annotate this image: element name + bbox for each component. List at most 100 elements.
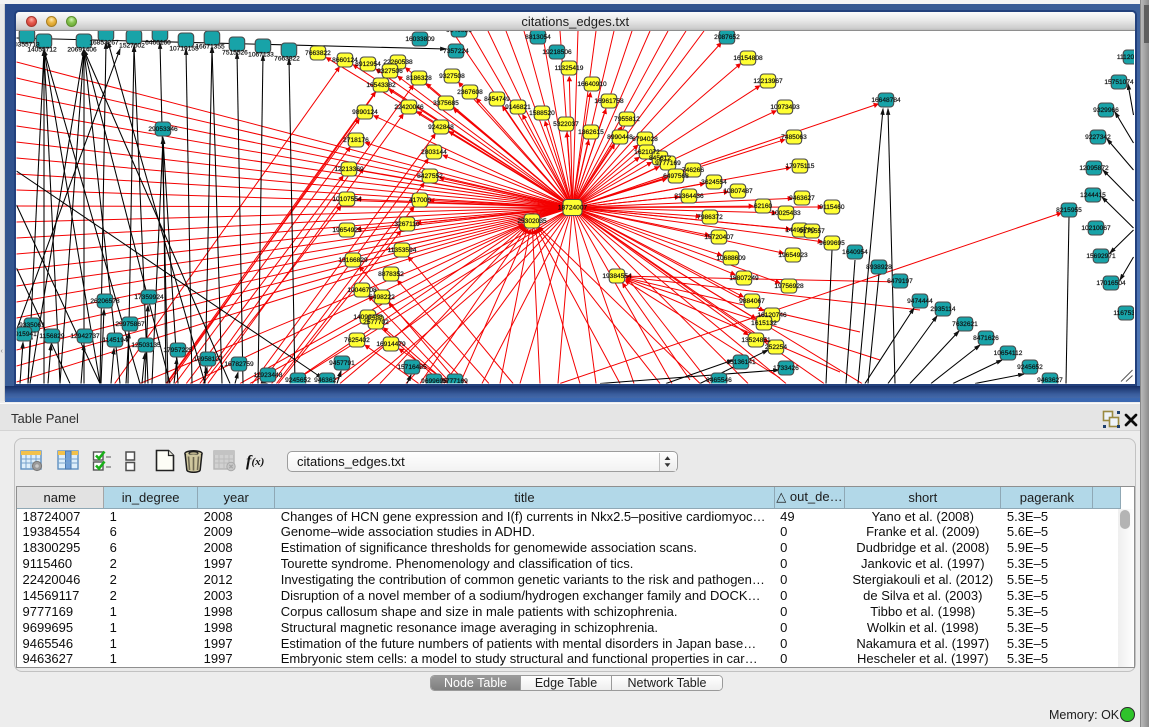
svg-text:9227342: 9227342 bbox=[1085, 134, 1111, 141]
svg-text:9474444: 9474444 bbox=[907, 298, 933, 305]
svg-text:16154808: 16154808 bbox=[733, 55, 763, 62]
svg-text:9335061: 9335061 bbox=[19, 322, 45, 329]
svg-text:9327508: 9327508 bbox=[439, 73, 465, 80]
svg-text:7515526: 7515526 bbox=[222, 50, 248, 57]
svg-text:2087652: 2087652 bbox=[714, 34, 740, 41]
svg-text:1362615: 1362615 bbox=[578, 129, 604, 136]
svg-text:3267110: 3267110 bbox=[394, 221, 420, 228]
svg-text:16640910: 16640910 bbox=[577, 81, 607, 88]
svg-text:22420046: 22420046 bbox=[394, 104, 424, 111]
svg-text:9457791: 9457791 bbox=[329, 360, 355, 367]
svg-text:8990448: 8990448 bbox=[607, 134, 633, 141]
svg-text:8912954: 8912954 bbox=[355, 61, 381, 68]
svg-text:10046708: 10046708 bbox=[347, 287, 377, 294]
svg-text:29975867: 29975867 bbox=[115, 321, 145, 328]
svg-text:16648784: 16648784 bbox=[871, 97, 901, 104]
svg-text:19756928: 19756928 bbox=[774, 283, 804, 290]
svg-text:12213967: 12213967 bbox=[753, 78, 783, 85]
svg-text:9245652: 9245652 bbox=[1017, 364, 1043, 371]
svg-text:15692971: 15692971 bbox=[1086, 253, 1116, 260]
svg-text:12503135: 12503135 bbox=[131, 342, 161, 349]
svg-text:11325419: 11325419 bbox=[555, 65, 584, 72]
svg-text:9115460: 9115460 bbox=[819, 204, 845, 211]
svg-text:2718176: 2718176 bbox=[343, 137, 369, 144]
svg-text:29053346: 29053346 bbox=[148, 126, 178, 133]
svg-text:16120746: 16120746 bbox=[757, 312, 787, 319]
svg-text:746266: 746266 bbox=[682, 167, 704, 174]
svg-text:9463627: 9463627 bbox=[314, 377, 340, 384]
svg-text:9329966: 9329966 bbox=[1093, 107, 1119, 114]
svg-text:16914479: 16914479 bbox=[376, 341, 406, 348]
svg-text:3915941: 3915941 bbox=[11, 331, 37, 338]
svg-text:10688609: 10688609 bbox=[716, 255, 746, 262]
svg-text:6479197: 6479197 bbox=[887, 278, 913, 285]
svg-text:14055712: 14055712 bbox=[27, 47, 57, 54]
svg-text:9699695: 9699695 bbox=[819, 240, 845, 247]
svg-text:(x): (x) bbox=[252, 456, 265, 468]
svg-text:20691406: 20691406 bbox=[67, 47, 97, 54]
svg-text:16782759: 16782759 bbox=[224, 361, 254, 368]
svg-text:1244415: 1244415 bbox=[1080, 192, 1106, 199]
svg-text:13524851: 13524851 bbox=[741, 337, 771, 344]
svg-text:252254: 252254 bbox=[765, 344, 787, 351]
svg-text:9777169: 9777169 bbox=[442, 378, 468, 385]
svg-text:9242848: 9242848 bbox=[428, 124, 454, 131]
svg-text:6466160: 6466160 bbox=[145, 40, 171, 47]
svg-text:18724007: 18724007 bbox=[558, 205, 588, 212]
svg-text:1156829: 1156829 bbox=[39, 333, 65, 340]
svg-text:26206578: 26206578 bbox=[90, 298, 120, 305]
svg-text:25302035: 25302035 bbox=[517, 218, 547, 225]
svg-text:19654923: 19654923 bbox=[778, 252, 808, 259]
svg-text:6794028: 6794028 bbox=[632, 136, 658, 143]
svg-text:1733426: 1733426 bbox=[773, 365, 799, 372]
svg-text:417006: 417006 bbox=[409, 197, 431, 204]
svg-text:15136141: 15136141 bbox=[726, 359, 756, 366]
svg-text:15751074: 15751074 bbox=[1104, 79, 1134, 86]
svg-text:17975115: 17975115 bbox=[786, 163, 815, 170]
svg-text:16961758: 16961758 bbox=[594, 98, 624, 105]
svg-text:10107554: 10107554 bbox=[332, 196, 362, 203]
svg-text:8813054: 8813054 bbox=[525, 34, 551, 41]
svg-text:17957225: 17957225 bbox=[163, 347, 193, 354]
svg-text:8471626: 8471626 bbox=[973, 335, 999, 342]
svg-text:16033809: 16033809 bbox=[405, 36, 435, 43]
svg-text:62160: 62160 bbox=[754, 203, 773, 210]
svg-text:9171557: 9171557 bbox=[799, 228, 825, 235]
svg-text:15716485: 15716485 bbox=[397, 364, 427, 371]
svg-text:8454749: 8454749 bbox=[484, 96, 510, 103]
svg-text:22260538: 22260538 bbox=[383, 59, 413, 66]
svg-text:16671355: 16671355 bbox=[195, 44, 225, 51]
svg-text:6497568: 6497568 bbox=[663, 173, 689, 180]
svg-text:8427552: 8427552 bbox=[417, 173, 443, 180]
svg-text:19654923: 19654923 bbox=[332, 227, 362, 234]
svg-text:9463627: 9463627 bbox=[1037, 377, 1063, 384]
svg-text:1527602: 1527602 bbox=[119, 43, 145, 50]
svg-text:12942737: 12942737 bbox=[70, 333, 100, 340]
svg-text:9890124: 9890124 bbox=[352, 109, 378, 116]
svg-text:7357224: 7357224 bbox=[443, 48, 469, 55]
svg-text:19384554: 19384554 bbox=[602, 273, 632, 280]
svg-text:16543382: 16543382 bbox=[366, 82, 396, 89]
svg-text:1588520: 1588520 bbox=[529, 110, 555, 117]
svg-text:9463627: 9463627 bbox=[789, 195, 815, 202]
svg-text:9884067: 9884067 bbox=[739, 298, 765, 305]
svg-text:8878352: 8878352 bbox=[378, 271, 404, 278]
svg-text:10654112: 10654112 bbox=[994, 350, 1023, 357]
svg-text:7955812: 7955812 bbox=[614, 116, 640, 123]
svg-text:10807487: 10807487 bbox=[723, 188, 753, 195]
svg-text:7663822: 7663822 bbox=[305, 50, 331, 57]
svg-text:9465546: 9465546 bbox=[706, 377, 732, 384]
svg-text:11923448: 11923448 bbox=[254, 372, 283, 379]
svg-text:10210067: 10210067 bbox=[1081, 225, 1111, 232]
svg-text:10025433: 10025433 bbox=[771, 210, 801, 217]
svg-text:1067133: 1067133 bbox=[248, 52, 274, 59]
svg-text:7986372: 7986372 bbox=[697, 214, 723, 221]
svg-text:19218506: 19218506 bbox=[542, 49, 572, 56]
svg-text:3375685: 3375685 bbox=[433, 100, 459, 107]
svg-text:9245652: 9245652 bbox=[285, 377, 311, 384]
svg-text:10973493: 10973493 bbox=[770, 104, 800, 111]
svg-text:2577702: 2577702 bbox=[363, 319, 389, 326]
svg-text:11353594: 11353594 bbox=[388, 247, 417, 254]
svg-text:3624554: 3624554 bbox=[701, 179, 727, 186]
svg-text:6498222: 6498222 bbox=[369, 294, 395, 301]
